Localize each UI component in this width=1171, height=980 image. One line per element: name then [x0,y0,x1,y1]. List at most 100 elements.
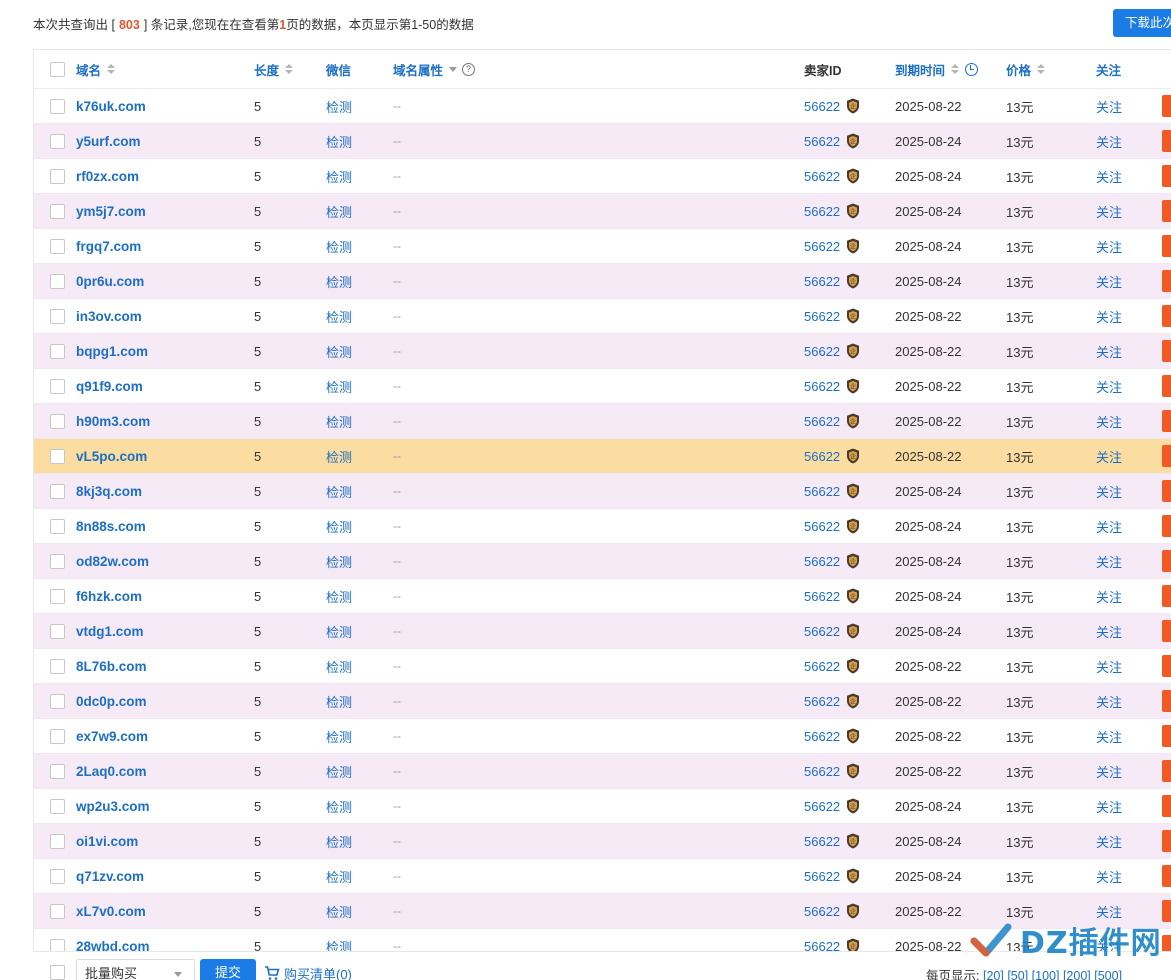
seller-id-link[interactable]: 56622 [804,694,840,709]
row-checkbox[interactable] [50,203,65,219]
seller-id-link[interactable]: 56622 [804,624,840,639]
row-checkbox[interactable] [50,168,65,184]
domain-link[interactable]: rf0zx.com [76,169,139,184]
follow-link[interactable]: 关注 [1096,797,1122,816]
row-checkbox[interactable] [50,903,65,919]
sort-arrows-icon[interactable] [285,64,294,74]
wechat-check-link[interactable]: 检测 [326,552,352,571]
header-expire-label[interactable]: 到期时间 [895,60,945,79]
buy-button[interactable] [1162,865,1171,887]
wechat-check-link[interactable]: 检测 [326,272,352,291]
follow-link[interactable]: 关注 [1096,412,1122,431]
buy-button[interactable] [1162,795,1171,817]
header-domain-label[interactable]: 域名 [76,60,101,79]
row-checkbox[interactable] [50,483,65,499]
seller-id-link[interactable]: 56622 [804,799,840,814]
row-select[interactable] [50,194,65,228]
wechat-check-link[interactable]: 检测 [326,657,352,676]
follow-link[interactable]: 关注 [1096,97,1122,116]
buy-button[interactable] [1162,585,1171,607]
header-attr[interactable]: 域名属性 ? [393,50,476,88]
row-select[interactable] [50,894,65,928]
per-page-option[interactable]: [500] [1094,969,1122,980]
row-checkbox[interactable] [50,378,65,394]
header-expire[interactable]: 到期时间 [895,50,979,88]
wechat-check-link[interactable]: 检测 [326,237,352,256]
header-price[interactable]: 价格 [1006,50,1046,88]
cart-link[interactable]: 购买清单(0) [264,964,352,980]
domain-link[interactable]: 0dc0p.com [76,694,147,709]
row-checkbox[interactable] [50,763,65,779]
domain-link[interactable]: 8L76b.com [76,659,147,674]
row-select[interactable] [50,334,65,368]
row-select[interactable] [50,929,65,951]
buy-button[interactable] [1162,620,1171,642]
wechat-check-link[interactable]: 检测 [326,727,352,746]
row-checkbox[interactable] [50,833,65,849]
wechat-check-link[interactable]: 检测 [326,692,352,711]
row-checkbox[interactable] [50,588,65,604]
select-all-checkbox[interactable] [50,61,65,77]
seller-id-link[interactable]: 56622 [804,309,840,324]
header-length-label[interactable]: 长度 [254,60,279,79]
wechat-check-link[interactable]: 检测 [326,587,352,606]
domain-link[interactable]: oi1vi.com [76,834,138,849]
row-checkbox[interactable] [50,238,65,254]
seller-id-link[interactable]: 56622 [804,904,840,919]
row-select[interactable] [50,89,65,123]
row-select[interactable] [50,299,65,333]
row-select[interactable] [50,229,65,263]
per-page-option[interactable]: [100] [1032,969,1060,980]
row-select[interactable] [50,824,65,858]
wechat-check-link[interactable]: 检测 [326,482,352,501]
header-domain[interactable]: 域名 [76,50,116,88]
header-length[interactable]: 长度 [254,50,294,88]
domain-link[interactable]: ym5j7.com [76,204,146,219]
seller-id-link[interactable]: 56622 [804,554,840,569]
follow-link[interactable]: 关注 [1096,132,1122,151]
row-select[interactable] [50,404,65,438]
follow-link[interactable]: 关注 [1096,517,1122,536]
seller-id-link[interactable]: 56622 [804,659,840,674]
domain-link[interactable]: frgq7.com [76,239,141,254]
wechat-check-link[interactable]: 检测 [326,762,352,781]
domain-link[interactable]: od82w.com [76,554,149,569]
row-checkbox[interactable] [50,553,65,569]
buy-button[interactable] [1162,270,1171,292]
domain-link[interactable]: 0pr6u.com [76,274,144,289]
wechat-check-link[interactable]: 检测 [326,167,352,186]
domain-link[interactable]: ex7w9.com [76,729,148,744]
seller-id-link[interactable]: 56622 [804,519,840,534]
row-checkbox[interactable] [50,273,65,289]
wechat-check-link[interactable]: 检测 [326,622,352,641]
domain-link[interactable]: k76uk.com [76,99,146,114]
seller-id-link[interactable]: 56622 [804,134,840,149]
row-select[interactable] [50,649,65,683]
row-checkbox[interactable] [50,448,65,464]
buy-button[interactable] [1162,165,1171,187]
buy-button[interactable] [1162,375,1171,397]
follow-link[interactable]: 关注 [1096,482,1122,501]
wechat-check-link[interactable]: 检测 [326,342,352,361]
row-checkbox[interactable] [50,728,65,744]
per-page-option[interactable]: [20] [983,969,1004,980]
buy-button[interactable] [1162,760,1171,782]
seller-id-link[interactable]: 56622 [804,344,840,359]
header-price-label[interactable]: 价格 [1006,60,1031,79]
wechat-check-link[interactable]: 检测 [326,797,352,816]
seller-id-link[interactable]: 56622 [804,939,840,952]
buy-button[interactable] [1162,655,1171,677]
domain-link[interactable]: wp2u3.com [76,799,150,814]
submit-button[interactable]: 提交 [200,959,256,980]
buy-button[interactable] [1162,235,1171,257]
wechat-check-link[interactable]: 检测 [326,202,352,221]
buy-button[interactable] [1162,445,1171,467]
domain-link[interactable]: vtdg1.com [76,624,144,639]
follow-link[interactable]: 关注 [1096,342,1122,361]
row-checkbox[interactable] [50,693,65,709]
buy-button[interactable] [1162,550,1171,572]
sort-arrows-icon[interactable] [951,64,960,74]
wechat-check-link[interactable]: 检测 [326,412,352,431]
row-checkbox[interactable] [50,938,65,951]
row-checkbox[interactable] [50,868,65,884]
